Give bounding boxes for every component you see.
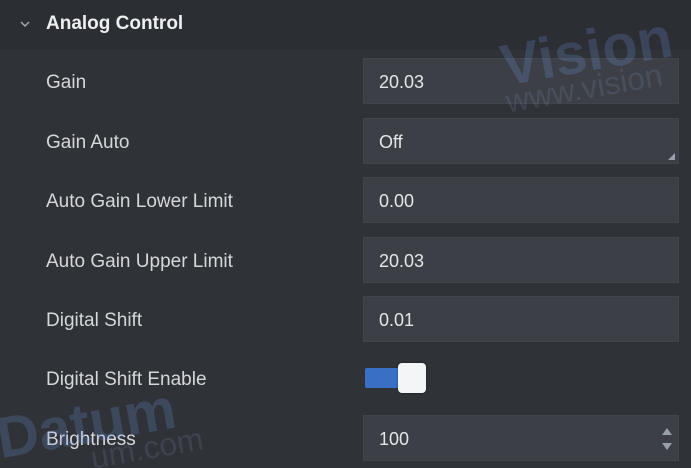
brightness-value: 100 [379, 429, 410, 449]
analog-control-panel: Analog Control Gain 20.03 Gain Auto Off … [0, 0, 691, 468]
auto-gain-upper-limit-input[interactable]: 20.03 [363, 237, 679, 283]
auto-gain-lower-limit-label: Auto Gain Lower Limit [46, 191, 233, 212]
row-gain: Gain 20.03 [0, 58, 691, 110]
auto-gain-lower-limit-value: 0.00 [379, 191, 415, 211]
auto-gain-upper-limit-label: Auto Gain Upper Limit [46, 251, 233, 272]
chevron-down-icon[interactable] [20, 20, 30, 28]
row-digital-shift: Digital Shift 0.01 [0, 296, 691, 348]
digital-shift-label: Digital Shift [46, 310, 143, 331]
row-brightness: Brightness 100 [0, 415, 691, 467]
gain-input[interactable]: 20.03 [363, 58, 679, 104]
row-auto-gain-lower-limit: Auto Gain Lower Limit 0.00 [0, 177, 691, 229]
section-header[interactable]: Analog Control [0, 0, 691, 50]
digital-shift-value: 0.01 [379, 310, 415, 330]
gain-auto-label: Gain Auto [46, 132, 130, 153]
auto-gain-upper-limit-value: 20.03 [379, 251, 425, 271]
row-gain-auto: Gain Auto Off [0, 118, 691, 170]
dropdown-corner-icon [668, 153, 675, 160]
toggle-knob[interactable] [398, 363, 426, 393]
spin-arrows-icon[interactable] [661, 425, 673, 453]
gain-auto-value: Off [379, 132, 403, 152]
section-title: Analog Control [46, 13, 184, 34]
row-digital-shift-enable: Digital Shift Enable [0, 355, 691, 407]
gain-label: Gain [46, 72, 87, 93]
auto-gain-lower-limit-input[interactable]: 0.00 [363, 177, 679, 223]
brightness-label: Brightness [46, 429, 136, 450]
gain-value: 20.03 [379, 72, 425, 92]
brightness-spinbox[interactable]: 100 [363, 415, 679, 461]
digital-shift-enable-toggle[interactable] [363, 363, 427, 393]
digital-shift-input[interactable]: 0.01 [363, 296, 679, 342]
row-auto-gain-upper-limit: Auto Gain Upper Limit 20.03 [0, 237, 691, 289]
digital-shift-enable-label: Digital Shift Enable [46, 369, 207, 390]
gain-auto-dropdown[interactable]: Off [363, 118, 679, 164]
